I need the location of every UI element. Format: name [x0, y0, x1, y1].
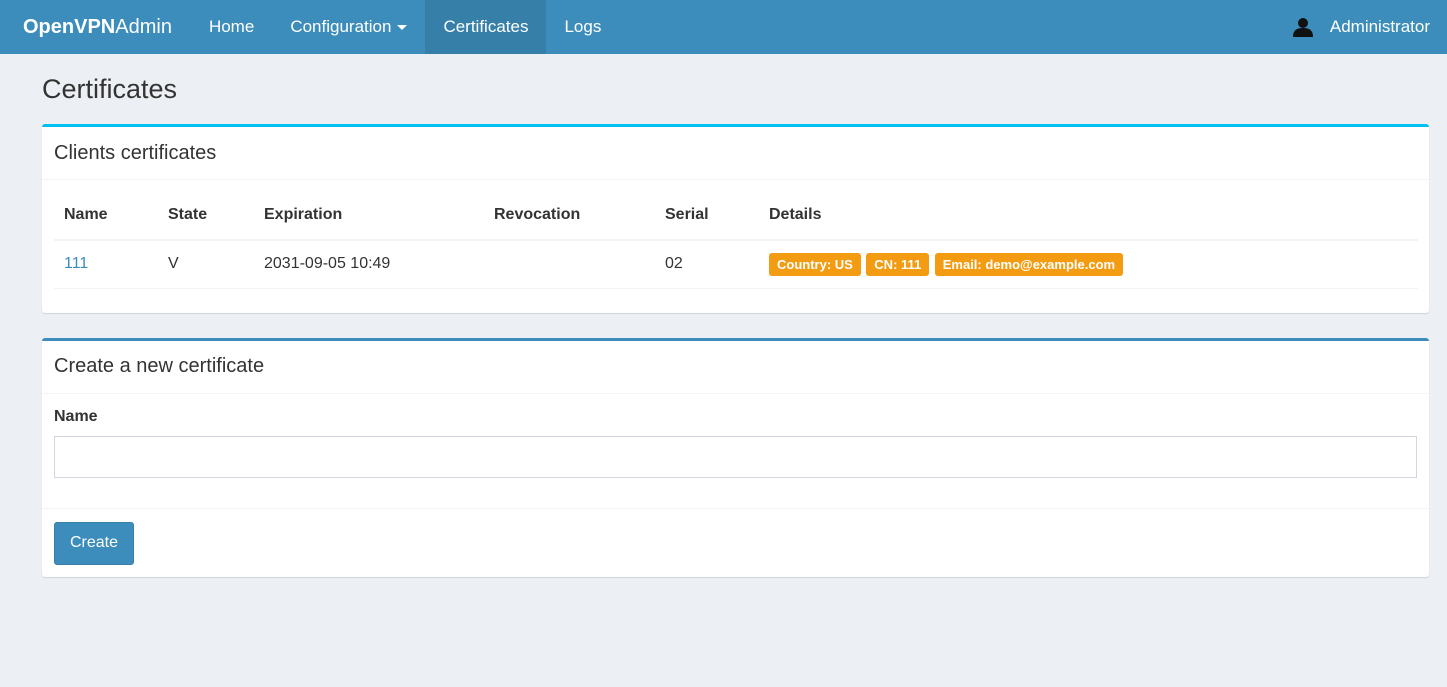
brand-rest: Admin [115, 15, 172, 38]
brand-bold: OpenVPN [23, 15, 116, 38]
cell-serial: 02 [655, 240, 759, 289]
create-box-footer: Create [42, 507, 1429, 577]
table-row: 111 V 2031-09-05 10:49 02 Country: US CN… [54, 240, 1418, 289]
nav-configuration-label: Configuration [290, 17, 392, 36]
create-box-title: Create a new certificate [42, 341, 1429, 394]
column-header-details: Details [759, 190, 1418, 241]
create-certificate-box: Create a new certificate Name Create [42, 337, 1429, 577]
brand-logo[interactable]: OpenVPN Admin [0, 0, 191, 54]
detail-badge-email: Email: demo@example.com [934, 252, 1124, 276]
table-header-row: Name State Expiration Revocation Serial … [54, 190, 1418, 241]
nav-certificates-label: Certificates [443, 17, 529, 36]
cell-revocation [484, 240, 655, 289]
nav-home[interactable]: Home [191, 0, 272, 54]
clients-box-body: Name State Expiration Revocation Serial … [42, 180, 1429, 313]
detail-badge-country: Country: US [769, 252, 861, 276]
nav-certificates[interactable]: Certificates [425, 0, 547, 54]
create-button[interactable]: Create [54, 521, 135, 565]
nav-logs[interactable]: Logs [546, 0, 619, 54]
top-navbar: OpenVPN Admin Home Configuration Certific… [0, 0, 1447, 54]
column-header-expiration: Expiration [254, 190, 484, 241]
certificate-name-input[interactable] [54, 435, 1417, 478]
nav-logs-label: Logs [564, 17, 602, 36]
box-gap [42, 313, 1429, 338]
clients-box-title: Clients certificates [42, 127, 1429, 180]
certificate-name-link[interactable]: 111 [64, 255, 88, 272]
user-icon [1292, 18, 1313, 37]
page-title: Certificates [42, 74, 178, 104]
cell-details: Country: US CN: 111 Email: demo@example.… [759, 240, 1418, 289]
cell-name: 111 [54, 240, 158, 289]
cell-state: V [158, 240, 254, 289]
box-body-spacer [54, 289, 1417, 303]
main-content: Certificates Clients certificates Name S… [0, 74, 1447, 577]
column-header-serial: Serial [655, 190, 759, 241]
column-header-name: Name [54, 190, 158, 241]
user-name: Administrator [1329, 17, 1430, 36]
user-menu[interactable]: Administrator [1292, 0, 1447, 54]
column-header-state: State [158, 190, 254, 241]
nav-configuration[interactable]: Configuration [272, 0, 425, 54]
detail-badge-cn: CN: 111 [866, 252, 930, 276]
cell-expiration: 2031-09-05 10:49 [254, 240, 484, 289]
nav-home-label: Home [208, 17, 255, 36]
column-header-revocation: Revocation [484, 190, 655, 241]
name-field-label: Name [54, 407, 98, 425]
certificates-table: Name State Expiration Revocation Serial … [54, 190, 1418, 289]
caret-down-icon [397, 24, 408, 30]
clients-certificates-box: Clients certificates Name State Expirati… [42, 124, 1429, 313]
create-box-body: Name [42, 394, 1429, 478]
